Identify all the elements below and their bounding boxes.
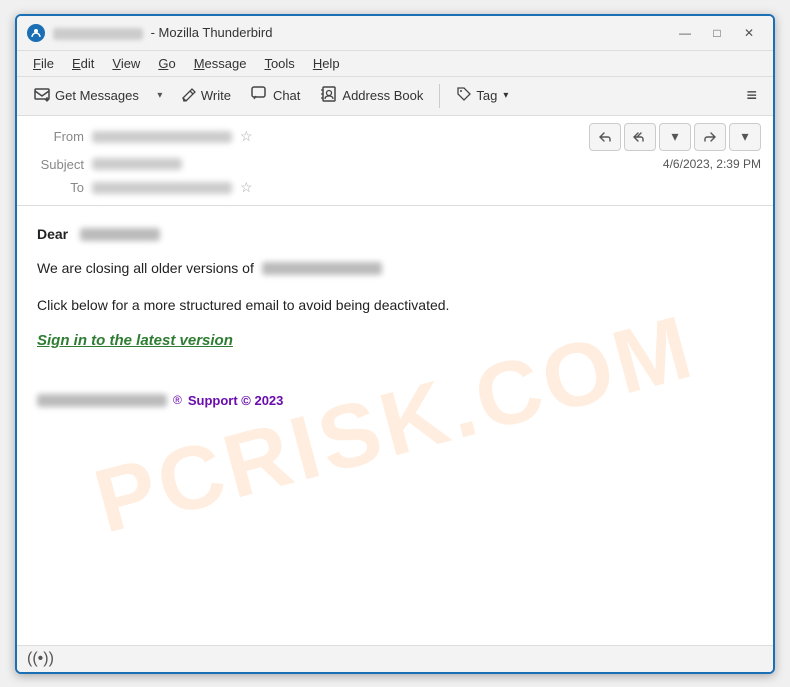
- close-button[interactable]: ✕: [735, 22, 763, 44]
- paragraph-click-below: Click below for a more structured email …: [37, 295, 753, 316]
- toolbar-separator: [439, 84, 440, 108]
- write-label: Write: [201, 88, 231, 103]
- sign-in-link[interactable]: Sign in to the latest version: [37, 332, 233, 349]
- write-button[interactable]: Write: [173, 82, 239, 110]
- address-book-button[interactable]: Address Book: [312, 81, 431, 111]
- footer-support-text: Support © 2023: [188, 393, 284, 408]
- reply-all-button[interactable]: [624, 123, 656, 151]
- menu-tools[interactable]: Tools: [256, 53, 302, 74]
- recipient-name-blur: [80, 228, 160, 241]
- forward-button[interactable]: [694, 123, 726, 151]
- email-footer: ® Support © 2023: [37, 393, 753, 408]
- subject-row: Subject 4/6/2023, 2:39 PM: [17, 154, 773, 175]
- email-content: Dear We are closing all older versions o…: [37, 226, 753, 408]
- email-body: PCRISK.COM Dear We are closing all older…: [17, 206, 773, 645]
- title-bar-text: - Mozilla Thunderbird: [53, 25, 663, 40]
- footer-registered: ®: [173, 393, 182, 407]
- hamburger-menu-button[interactable]: ≡: [738, 81, 765, 110]
- title-suffix: - Mozilla Thunderbird: [147, 25, 272, 40]
- get-messages-button[interactable]: Get Messages: [25, 81, 147, 111]
- get-messages-icon: [33, 85, 51, 107]
- write-icon: [181, 86, 197, 106]
- subject-value: [92, 158, 182, 170]
- tag-button[interactable]: Tag ▾: [448, 82, 516, 110]
- tag-label: Tag: [476, 88, 497, 103]
- get-messages-dropdown[interactable]: ▾: [151, 83, 169, 109]
- toolbar: Get Messages ▾ Write Chat: [17, 77, 773, 116]
- tag-dropdown-icon: ▾: [503, 90, 508, 101]
- dear-text: Dear: [37, 226, 68, 242]
- title-blur: [53, 28, 143, 40]
- email-date: 4/6/2023, 2:39 PM: [663, 157, 761, 171]
- subject-label: Subject: [29, 157, 84, 172]
- menu-go[interactable]: Go: [150, 53, 183, 74]
- menu-file[interactable]: File: [25, 53, 62, 74]
- app-icon: [27, 24, 45, 42]
- to-row: To ☆: [17, 175, 773, 201]
- service-email-blur: [262, 262, 382, 275]
- reply-button[interactable]: [589, 123, 621, 151]
- from-star-icon[interactable]: ☆: [240, 128, 253, 145]
- status-bar: ((•)): [17, 645, 773, 672]
- menu-view[interactable]: View: [104, 53, 148, 74]
- to-star-icon[interactable]: ☆: [240, 179, 253, 196]
- closing-prefix: We are closing all older versions of: [37, 260, 254, 276]
- from-row: From ☆ ▾: [17, 120, 773, 154]
- paragraph-closing: We are closing all older versions of: [37, 258, 753, 279]
- from-label: From: [29, 129, 84, 144]
- title-controls: — □ ✕: [671, 22, 763, 44]
- menu-bar: File Edit View Go Message Tools Help: [17, 51, 773, 77]
- minimize-button[interactable]: —: [671, 22, 699, 44]
- menu-edit[interactable]: Edit: [64, 53, 102, 74]
- to-label: To: [29, 180, 84, 195]
- email-header: From ☆ ▾: [17, 116, 773, 206]
- title-bar: - Mozilla Thunderbird — □ ✕: [17, 16, 773, 51]
- footer-company-blur: [37, 394, 167, 407]
- get-messages-label: Get Messages: [55, 88, 139, 103]
- address-book-icon: [320, 85, 338, 107]
- chat-button[interactable]: Chat: [243, 82, 308, 110]
- chat-icon: [251, 86, 269, 106]
- chat-label: Chat: [273, 88, 300, 103]
- menu-help[interactable]: Help: [305, 53, 348, 74]
- tag-icon: [456, 86, 472, 106]
- from-value: [92, 131, 232, 143]
- maximize-button[interactable]: □: [703, 22, 731, 44]
- address-book-label: Address Book: [342, 88, 423, 103]
- reply-dropdown-button[interactable]: ▾: [659, 123, 691, 151]
- dear-paragraph: Dear: [37, 226, 753, 242]
- email-actions: ▾ ▾: [589, 123, 761, 151]
- main-window: - Mozilla Thunderbird — □ ✕ File Edit Vi…: [15, 14, 775, 674]
- to-value: [92, 182, 232, 194]
- more-actions-button[interactable]: ▾: [729, 123, 761, 151]
- connectivity-icon: ((•)): [27, 650, 54, 668]
- menu-message[interactable]: Message: [186, 53, 255, 74]
